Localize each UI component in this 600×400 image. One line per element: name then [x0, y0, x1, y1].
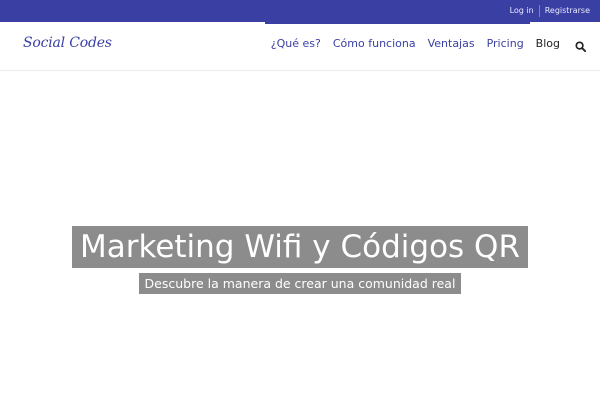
hero-title: Marketing Wifi y Códigos QR: [71, 226, 528, 268]
site-logo[interactable]: Social Codes: [23, 35, 112, 51]
main-nav: ¿Qué es? Cómo funciona Ventajas Pricing …: [264, 22, 600, 70]
nav-item-blog[interactable]: Blog: [530, 22, 566, 70]
nav-item-como-funciona[interactable]: Cómo funciona: [326, 22, 422, 70]
main-header: Social Codes ¿Qué es? Cómo funciona Vent…: [0, 22, 600, 71]
nav-item-ventajas[interactable]: Ventajas: [421, 22, 481, 70]
login-link[interactable]: Log in: [505, 0, 539, 22]
top-bar: Log in Registrarse: [0, 0, 600, 22]
hero-subtitle-container: Descubre la manera de crear una comunida…: [0, 273, 600, 294]
hero-title-container: Marketing Wifi y Códigos QR: [0, 226, 600, 268]
register-link[interactable]: Registrarse: [540, 0, 595, 22]
hero-section: Marketing Wifi y Códigos QR Descubre la …: [0, 71, 600, 400]
search-button[interactable]: [566, 22, 594, 70]
search-icon: [574, 40, 586, 52]
account-links: Log in Registrarse: [505, 0, 595, 22]
hero-subtitle: Descubre la manera de crear una comunida…: [138, 273, 462, 294]
nav-item-pricing[interactable]: Pricing: [480, 22, 530, 70]
nav-item-que-es[interactable]: ¿Qué es?: [264, 22, 327, 70]
